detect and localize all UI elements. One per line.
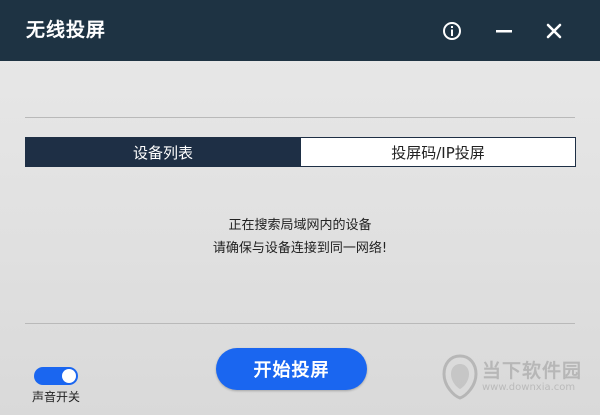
close-button[interactable] xyxy=(541,18,567,44)
info-button[interactable] xyxy=(439,18,465,44)
bottom-divider xyxy=(25,323,575,324)
close-icon xyxy=(546,23,562,39)
start-cast-button[interactable]: 开始投屏 xyxy=(216,348,367,390)
top-divider xyxy=(25,117,575,118)
sound-toggle[interactable] xyxy=(34,367,78,385)
minimize-button[interactable] xyxy=(491,18,517,44)
watermark-logo-icon xyxy=(442,354,478,400)
tab-device-list[interactable]: 设备列表 xyxy=(26,138,300,166)
app-window: 无线投屏 设备列表 投屏码/IP投屏 正在搜索局域网内的设备 请确保与设备连接到… xyxy=(0,0,600,415)
toggle-knob xyxy=(62,369,76,383)
tab-bar: 设备列表 投屏码/IP投屏 xyxy=(25,137,576,167)
info-icon xyxy=(443,22,461,40)
watermark-url: www.downxia.com xyxy=(482,382,576,393)
searching-status-text: 正在搜索局域网内的设备 xyxy=(228,218,372,233)
tab-code-ip-cast[interactable]: 投屏码/IP投屏 xyxy=(300,138,575,166)
title-bar: 无线投屏 xyxy=(0,0,600,61)
sound-toggle-label: 声音开关 xyxy=(32,390,81,404)
minimize-icon xyxy=(496,30,512,33)
network-hint-text: 请确保与设备连接到同一网络! xyxy=(212,241,388,256)
watermark-name: 当下软件园 xyxy=(482,360,583,382)
watermark: 当下软件园 www.downxia.com xyxy=(442,352,592,410)
window-title: 无线投屏 xyxy=(26,19,107,41)
